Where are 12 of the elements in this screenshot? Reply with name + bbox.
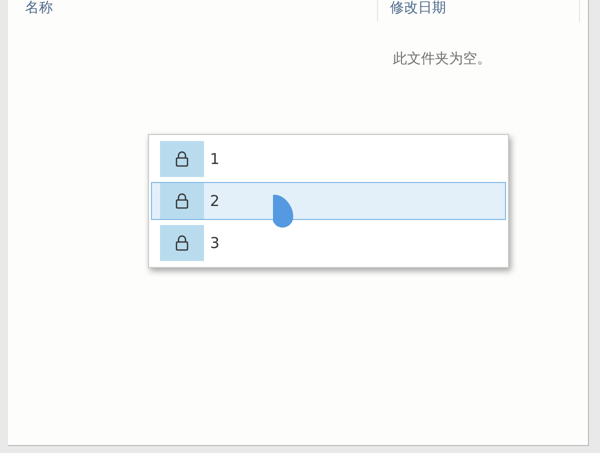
menu-item[interactable]: 2 <box>151 182 506 220</box>
menu-item[interactable]: 1 <box>151 140 506 178</box>
column-header[interactable]: 名称 <box>25 0 53 17</box>
menu-item-label: 1 <box>210 150 220 168</box>
column-header[interactable]: 修改日期 <box>390 0 446 17</box>
lock-icon <box>160 225 204 261</box>
empty-folder-message: 此文件夹为空。 <box>393 50 492 68</box>
lock-icon <box>160 183 204 219</box>
menu-item-label: 2 <box>210 192 220 210</box>
menu-item[interactable]: 3 <box>151 224 506 262</box>
lock-icon <box>160 141 204 177</box>
menu-item-label: 3 <box>210 234 220 252</box>
